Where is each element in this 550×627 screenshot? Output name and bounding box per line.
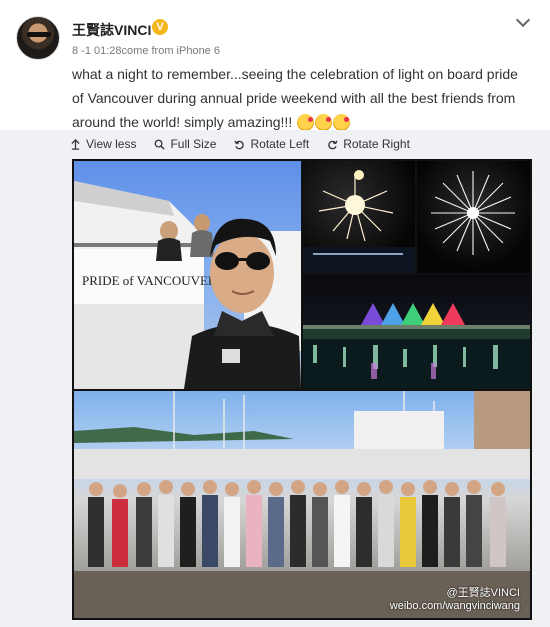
harbor-illustration — [303, 303, 530, 389]
photo-collage[interactable]: PRIDE of VANCOUVER @王賢誌VINCI weibo.com/w… — [72, 159, 532, 620]
arrow-up-icon — [71, 138, 80, 150]
group-illustration — [74, 391, 530, 618]
kiss-emoji-icon — [333, 114, 351, 131]
post-header: 王賢誌VINCI V 8 -1 01:28come from iPhone 6 … — [0, 0, 550, 131]
rotate-right-button[interactable]: Rotate Right — [327, 135, 410, 153]
post-text: what a night to remember...seeing the ce… — [72, 62, 532, 134]
rotate-right-label: Rotate Right — [343, 137, 410, 151]
post-body: what a night to remember...seeing the ce… — [72, 66, 518, 130]
fireworks-illustration — [431, 171, 515, 255]
watermark: @王賢誌VINCI weibo.com/wangvinciwang — [390, 587, 520, 613]
photo-group-marina: @王賢誌VINCI weibo.com/wangvinciwang — [74, 391, 530, 618]
media-toolbar: View less Full Size Rotate Left Rotate R… — [70, 135, 410, 153]
kiss-emoji-icon — [315, 114, 333, 131]
chevron-down-icon[interactable] — [516, 14, 530, 28]
rotate-left-label: Rotate Left — [250, 137, 310, 151]
magnifier-icon — [155, 139, 166, 150]
photo-fireworks-1 — [303, 161, 415, 273]
full-size-label: Full Size — [170, 137, 217, 151]
photo-fireworks-2 — [417, 161, 530, 273]
full-size-button[interactable]: Full Size — [154, 135, 216, 153]
verified-badge-icon: V — [152, 19, 168, 35]
view-less-label: View less — [86, 137, 137, 151]
boat-sign: PRIDE of VANCOUVER — [82, 273, 217, 288]
author-name[interactable]: 王賢誌VINCI — [72, 20, 151, 40]
photo-harbor-night — [303, 275, 530, 389]
media-panel: View less Full Size Rotate Left Rotate R… — [0, 130, 550, 627]
rotate-left-icon — [234, 140, 245, 149]
avatar[interactable] — [16, 16, 60, 60]
people-group — [88, 480, 506, 567]
post-meta: 8 -1 01:28come from iPhone 6 — [72, 45, 220, 57]
selfie-illustration: PRIDE of VANCOUVER — [74, 181, 301, 389]
fireworks-illustration — [303, 170, 415, 273]
watermark-handle: @王賢誌VINCI — [446, 587, 520, 599]
rotate-left-button[interactable]: Rotate Left — [234, 135, 309, 153]
view-less-button[interactable]: View less — [70, 135, 136, 153]
photo-selfie-boat: PRIDE of VANCOUVER — [74, 161, 301, 389]
kiss-emoji-icon — [297, 114, 315, 131]
watermark-url: weibo.com/wangvinciwang — [389, 600, 520, 612]
rotate-right-icon — [328, 140, 338, 149]
